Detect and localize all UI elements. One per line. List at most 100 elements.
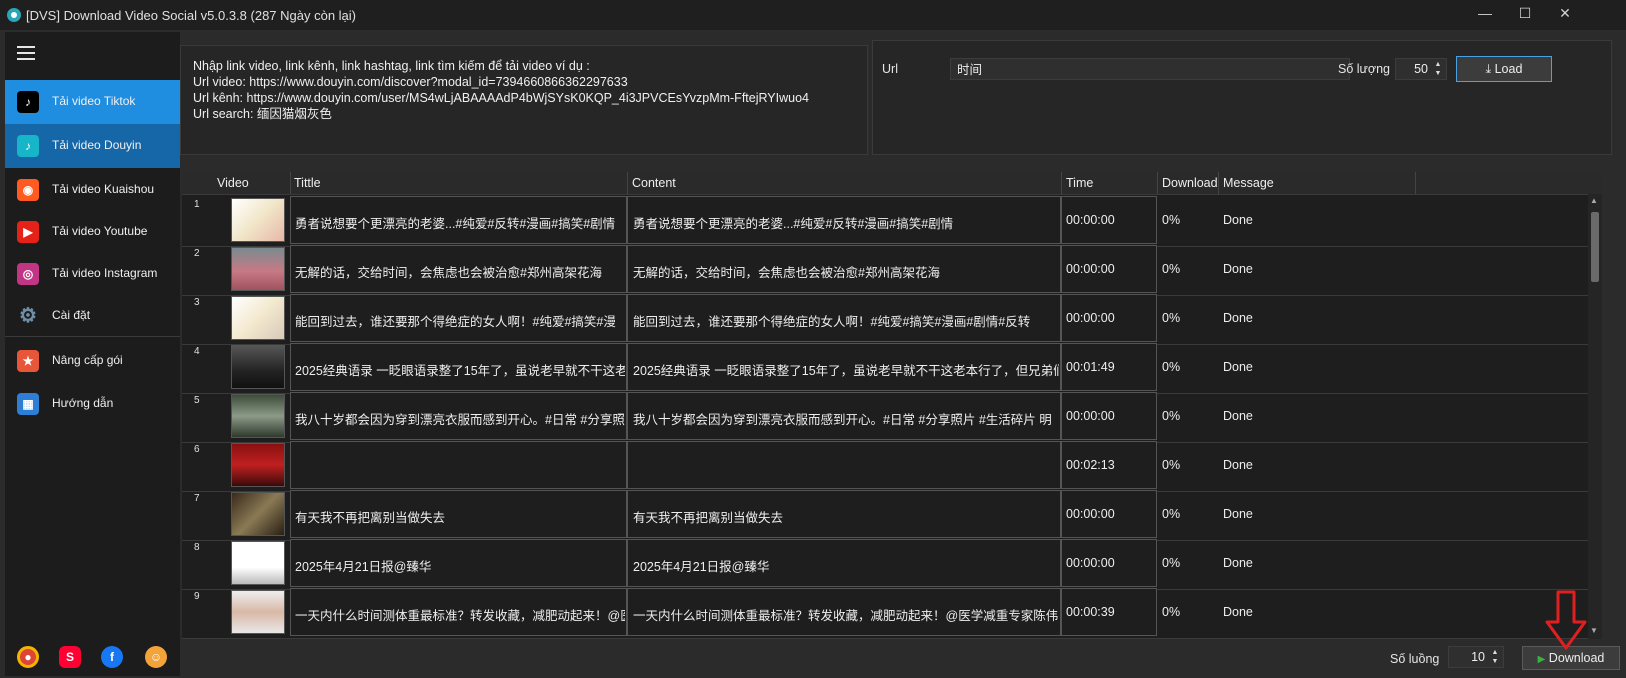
row-download-progress: 0% (1162, 605, 1181, 619)
row-message: Done (1223, 605, 1253, 619)
sidebar-item-label: Tải video Kuaishou (52, 182, 155, 196)
sidebar-item-upgrade[interactable]: ★ Nâng cấp gói (5, 339, 180, 383)
youtube-shorts-icon[interactable]: S (59, 646, 81, 668)
table-row[interactable]: 3 能回到过去，谁还要那个得绝症的女人啊！#纯爱#搞笑#漫 能回到过去，谁还要那… (182, 293, 1602, 345)
close-button[interactable]: ✕ (1546, 0, 1584, 26)
facebook-icon[interactable]: f (101, 646, 123, 668)
sidebar-item-douyin[interactable]: ♪ Tải video Douyin (5, 124, 180, 168)
scroll-down-icon[interactable]: ▼ (1590, 626, 1598, 635)
table-row[interactable]: 7 有天我不再把离别当做失去 有天我不再把离别当做失去 00:00:00 0% … (182, 489, 1602, 541)
column-separator (290, 172, 291, 194)
tiktok-icon: ♪ (17, 91, 39, 113)
video-thumbnail[interactable] (231, 541, 285, 585)
video-thumbnail[interactable] (231, 345, 285, 389)
column-header-video[interactable]: Video (217, 176, 249, 190)
video-thumbnail[interactable] (231, 590, 285, 634)
table-row[interactable]: 5 我八十岁都会因为穿到漂亮衣服而感到开心。#日常 #分享照 我八十岁都会因为穿… (182, 391, 1602, 443)
sidebar: ♪ Tải video Tiktok ♪ Tải video Douyin ◉ … (5, 32, 180, 676)
column-header-time[interactable]: Time (1066, 176, 1093, 190)
row-number: 6 (194, 444, 200, 455)
scroll-up-icon[interactable]: ▲ (1590, 196, 1598, 205)
row-number: 2 (194, 248, 200, 259)
video-thumbnail[interactable] (231, 492, 285, 536)
row-number: 1 (194, 199, 200, 210)
table-scrollbar[interactable]: ▲ ▼ (1588, 194, 1602, 639)
video-thumbnail[interactable] (231, 443, 285, 487)
chrome-icon[interactable]: ● (17, 646, 39, 668)
row-message: Done (1223, 458, 1253, 472)
play-icon: ▶ (1537, 654, 1546, 665)
row-message: Done (1223, 409, 1253, 423)
video-thumbnail[interactable] (231, 198, 285, 242)
row-content: 我八十岁都会因为穿到漂亮衣服而感到开心。#日常 #分享照片 #生活碎片 明 (633, 413, 1052, 427)
row-message: Done (1223, 213, 1253, 227)
video-thumbnail[interactable] (231, 247, 285, 291)
row-time: 00:02:13 (1066, 458, 1115, 472)
sidebar-item-label: Cài đặt (52, 308, 91, 322)
row-content: 2025年4月21日报@臻华 (633, 560, 770, 574)
column-header-download[interactable]: Download (1162, 176, 1218, 190)
scrollbar-thumb[interactable] (1591, 212, 1599, 282)
youtube-icon: ▶ (17, 221, 39, 243)
instagram-icon: ◎ (17, 263, 39, 285)
app-logo-icon (7, 8, 21, 22)
url-input[interactable]: 时间 (950, 58, 1350, 80)
url-label: Url (882, 62, 898, 76)
row-title: 无解的话，交给时间，会焦虑也会被治愈#郑州高架花海 (295, 266, 602, 280)
stepper-arrows-icon[interactable]: ▲ ▼ (1433, 60, 1443, 78)
video-thumbnail[interactable] (231, 394, 285, 438)
row-time: 00:00:39 (1066, 605, 1115, 619)
threads-stepper[interactable]: 10 ▲ ▼ (1448, 646, 1504, 668)
load-button[interactable]: ⤓ Load (1456, 56, 1552, 82)
column-separator (1157, 172, 1158, 194)
table-row[interactable]: 8 2025年4月21日报@臻华 2025年4月21日报@臻华 00:00:00… (182, 538, 1602, 590)
row-content: 能回到过去，谁还要那个得绝症的女人啊！#纯爱#搞笑#漫画#剧情#反转 (633, 315, 1031, 329)
sidebar-item-youtube[interactable]: ▶ Tải video Youtube (5, 210, 180, 254)
table-row[interactable]: 9 一天内什么时间测体重最标准？转发收藏，减肥动起来！@医 一天内什么时间测体重… (182, 587, 1602, 639)
kuaishou-icon: ◉ (17, 179, 39, 201)
hint-panel: Nhập link video, link kênh, link hashtag… (180, 45, 868, 155)
row-download-progress: 0% (1162, 409, 1181, 423)
table-row[interactable]: 2 无解的话，交给时间，会焦虑也会被治愈#郑州高架花海 无解的话，交给时间，会焦… (182, 244, 1602, 296)
tag-icon: ★ (17, 350, 39, 372)
row-time: 00:00:00 (1066, 213, 1115, 227)
table-row[interactable]: 1 勇者说想要个更漂亮的老婆...#纯爱#反转#漫画#搞笑#剧情 勇者说想要个更… (182, 195, 1602, 247)
column-header-title[interactable]: Tittle (294, 176, 321, 190)
sidebar-item-label: Tải video Douyin (52, 138, 142, 152)
column-header-content[interactable]: Content (632, 176, 676, 190)
row-content: 勇者说想要个更漂亮的老婆...#纯爱#反转#漫画#搞笑#剧情 (633, 217, 954, 231)
table-header: Video Tittle Content Time Download Messa… (182, 172, 1602, 195)
column-separator (1415, 172, 1416, 194)
row-download-progress: 0% (1162, 311, 1181, 325)
title-cell[interactable] (290, 441, 627, 489)
quantity-stepper[interactable]: 50 ▲ ▼ (1395, 58, 1447, 80)
sidebar-item-instagram[interactable]: ◎ Tải video Instagram (5, 252, 180, 296)
support-agent-icon[interactable]: ☺ (145, 646, 167, 668)
stepper-arrows-icon[interactable]: ▲ ▼ (1490, 648, 1500, 666)
video-table[interactable]: Video Tittle Content Time Download Messa… (182, 172, 1602, 639)
row-time: 00:00:00 (1066, 311, 1115, 325)
table-row[interactable]: 4 2025经典语录 一眨眼语录整了15年了，虽说老早就不干这老 2025经典语… (182, 342, 1602, 394)
row-download-progress: 0% (1162, 458, 1181, 472)
quantity-label: Số lượng (1338, 62, 1391, 76)
row-title: 勇者说想要个更漂亮的老婆...#纯爱#反转#漫画#搞笑#剧情 (295, 217, 616, 231)
sidebar-item-tiktok[interactable]: ♪ Tải video Tiktok (5, 80, 180, 124)
sidebar-item-guide[interactable]: ▦ Hướng dẫn (5, 382, 180, 426)
hamburger-menu-icon[interactable] (17, 46, 35, 60)
video-thumbnail[interactable] (231, 296, 285, 340)
table-row[interactable]: 6 00:02:13 0% Done (182, 440, 1602, 492)
row-message: Done (1223, 360, 1253, 374)
row-message: Done (1223, 556, 1253, 570)
maximize-button[interactable]: ☐ (1506, 0, 1544, 26)
minimize-button[interactable]: — (1466, 0, 1504, 26)
sidebar-item-label: Tải video Youtube (52, 224, 148, 238)
row-number: 7 (194, 493, 200, 504)
row-time: 00:00:00 (1066, 262, 1115, 276)
row-title: 2025经典语录 一眨眼语录整了15年了，虽说老早就不干这老 (295, 364, 625, 378)
sidebar-item-kuaishou[interactable]: ◉ Tải video Kuaishou (5, 168, 180, 212)
content-cell[interactable] (627, 441, 1061, 489)
column-header-message[interactable]: Message (1223, 176, 1274, 190)
sidebar-item-settings[interactable]: ⚙ Cài đặt (5, 294, 180, 338)
window-title: [DVS] Download Video Social v5.0.3.8 (28… (26, 8, 357, 23)
sidebar-item-label: Tải video Instagram (52, 266, 158, 280)
